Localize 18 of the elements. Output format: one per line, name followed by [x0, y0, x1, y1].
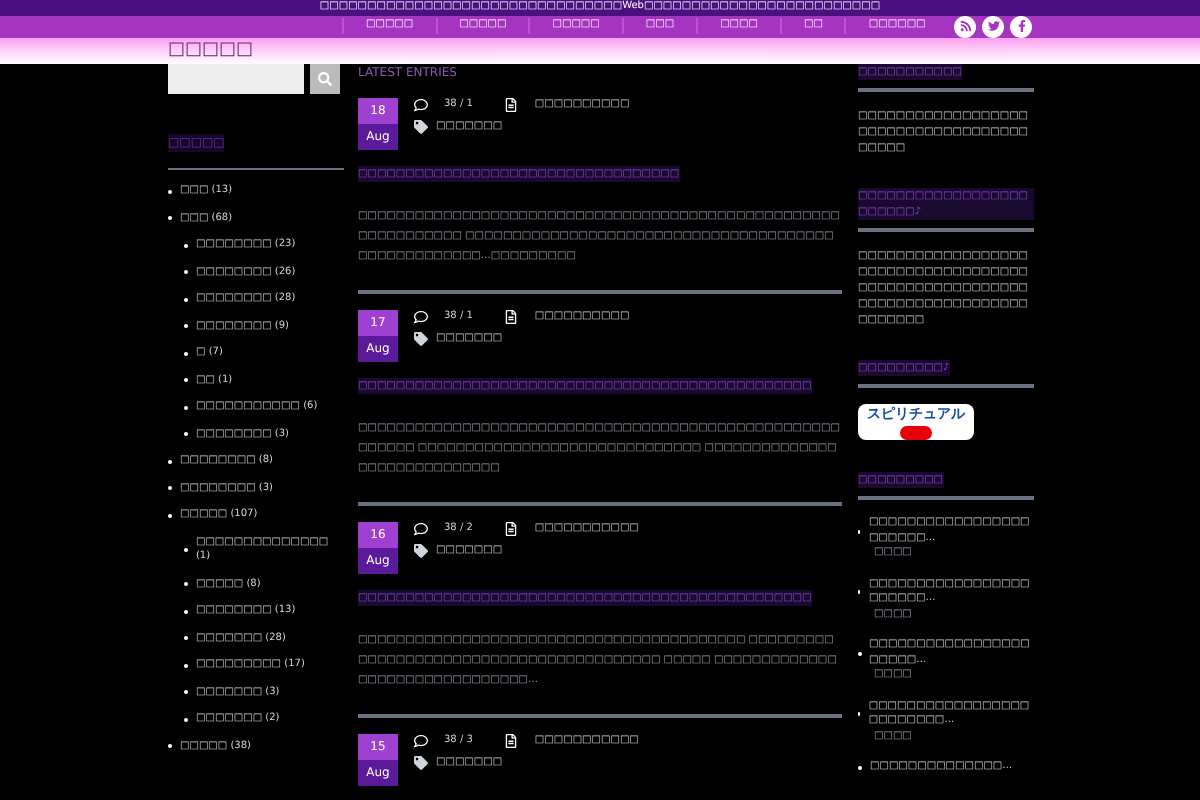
tag-icon	[414, 543, 428, 558]
search-icon	[318, 72, 332, 86]
document-icon	[504, 98, 519, 113]
facebook-icon[interactable]	[1010, 15, 1032, 37]
rss-icon[interactable]	[954, 15, 976, 37]
document-icon	[504, 522, 519, 537]
comment-icon	[414, 98, 428, 113]
document-icon	[504, 734, 519, 749]
tag-icon	[414, 331, 428, 346]
comment-icon	[414, 734, 428, 749]
comment-icon	[414, 522, 428, 537]
comment-icon	[414, 310, 428, 325]
document-icon	[504, 310, 519, 325]
search-field[interactable]	[168, 64, 304, 94]
tag-icon	[414, 755, 428, 770]
twitter-icon[interactable]	[982, 15, 1004, 37]
site-title[interactable]: □□□□□	[168, 37, 254, 64]
tag-icon	[414, 119, 428, 134]
